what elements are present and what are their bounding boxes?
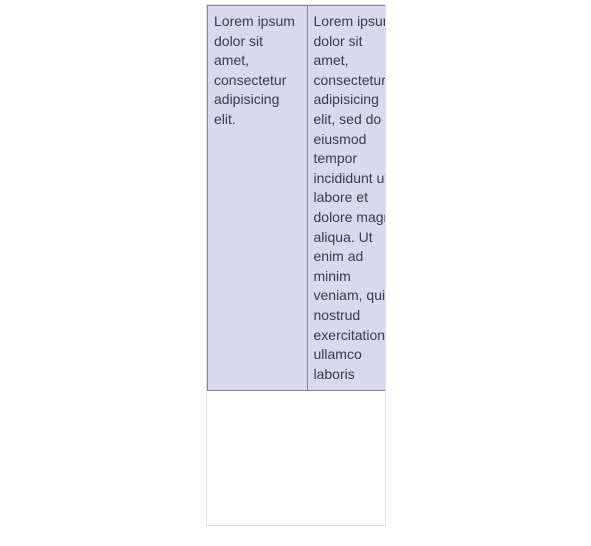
two-column-table: Lorem ipsum dolor sit amet, consectetur … bbox=[207, 5, 386, 391]
cell-left: Lorem ipsum dolor sit amet, consectetur … bbox=[208, 6, 308, 391]
content-area: Lorem ipsum dolor sit amet, consectetur … bbox=[207, 5, 386, 525]
table-row: Lorem ipsum dolor sit amet, consectetur … bbox=[208, 6, 387, 391]
cell-right: Lorem ipsum dolor sit amet, consectetur … bbox=[307, 6, 386, 391]
scroll-container[interactable]: Lorem ipsum dolor sit amet, consectetur … bbox=[206, 4, 386, 526]
